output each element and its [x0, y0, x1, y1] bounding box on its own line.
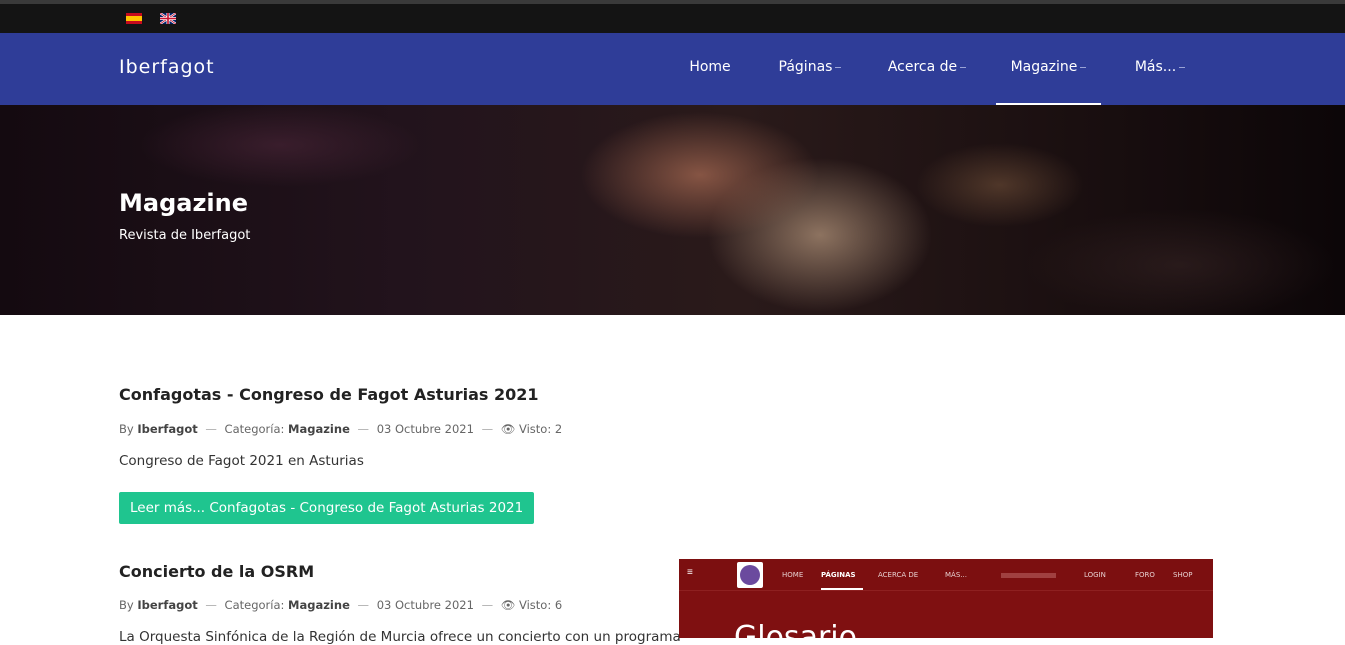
nav-item-label: Home	[689, 59, 731, 75]
by-label: By	[119, 422, 134, 436]
spain-flag-icon[interactable]	[126, 13, 142, 24]
author-link[interactable]: Iberfagot	[137, 598, 197, 612]
thumbnail-nav-link: SHOP	[1173, 571, 1193, 579]
nav-item-label: Más...	[1134, 59, 1177, 75]
chevron-down-icon	[835, 66, 842, 68]
language-bar	[0, 0, 1345, 33]
thumbnail-nav-link: ACERCA DE	[878, 571, 919, 579]
article-title[interactable]: Confagotas - Congreso de Fagot Asturias …	[119, 385, 539, 404]
thumbnail-navbar: ≡ HOME PÁGINAS ACERCA DE MÁS... LOGIN FO…	[679, 559, 1213, 591]
thumbnail-nav-link: PÁGINAS	[821, 571, 856, 579]
article-date: 03 Octubre 2021	[376, 422, 474, 436]
hamburger-icon: ≡	[687, 567, 693, 578]
category-label: Categoría:	[224, 598, 285, 612]
category-link[interactable]: Magazine	[288, 422, 350, 436]
main-navbar: Iberfagot Home Páginas Acerca de Magazin…	[0, 33, 1345, 105]
search-field	[1001, 573, 1056, 578]
eye-icon: 👁	[500, 422, 516, 436]
site-brand[interactable]: Iberfagot	[119, 56, 215, 78]
view-count: Visto: 6	[519, 598, 563, 612]
article-excerpt: Congreso de Fagot 2021 en Asturias	[119, 453, 364, 469]
thumbnail-nav-link: FORO	[1135, 571, 1155, 579]
view-count: Visto: 2	[519, 422, 563, 436]
chevron-down-icon	[1080, 66, 1087, 68]
hero-banner: Magazine Revista de Iberfagot	[0, 105, 1345, 315]
site-logo	[737, 562, 763, 588]
page-subtitle: Revista de Iberfagot	[119, 228, 251, 243]
nav-item-label: Acerca de	[887, 59, 958, 75]
article-meta: By Iberfagot — Categoría: Magazine — 03 …	[119, 598, 562, 612]
meta-separator: —	[205, 422, 217, 436]
author-link[interactable]: Iberfagot	[137, 422, 197, 436]
thumbnail-nav-link: MÁS...	[945, 571, 967, 579]
nav-item-label: Páginas	[778, 59, 833, 75]
page-title: Magazine	[119, 189, 249, 217]
thumbnail-nav-link: LOGIN	[1084, 571, 1106, 579]
nav-item-paginas[interactable]: Páginas	[762, 33, 858, 105]
nav-item-acerca-de[interactable]: Acerca de	[876, 33, 978, 105]
article-title[interactable]: Concierto de la OSRM	[119, 562, 314, 581]
meta-separator: —	[481, 422, 494, 436]
category-link[interactable]: Magazine	[288, 598, 350, 612]
active-indicator	[821, 588, 863, 590]
meta-separator: —	[481, 598, 494, 612]
nav-item-mas[interactable]: Más...	[1118, 33, 1202, 105]
thumbnail-nav-link: HOME	[782, 571, 804, 579]
chevron-down-icon	[960, 66, 967, 68]
chevron-down-icon	[1179, 66, 1186, 68]
article-date: 03 Octubre 2021	[376, 598, 474, 612]
category-label: Categoría:	[224, 422, 285, 436]
article-excerpt: La Orquesta Sinfónica de la Región de Mu…	[119, 629, 681, 645]
article-meta: By Iberfagot — Categoría: Magazine — 03 …	[119, 422, 562, 436]
read-more-button[interactable]: Leer más... Confagotas - Congreso de Fag…	[119, 492, 535, 524]
by-label: By	[119, 598, 134, 612]
meta-separator: —	[205, 598, 217, 612]
meta-separator: —	[357, 598, 370, 612]
eye-icon: 👁	[500, 598, 516, 612]
thumbnail-heading: Glosario	[734, 620, 857, 638]
nav-item-home[interactable]: Home	[677, 33, 743, 105]
uk-flag-icon[interactable]	[160, 13, 176, 24]
nav-item-magazine[interactable]: Magazine	[996, 33, 1101, 105]
meta-separator: —	[357, 422, 370, 436]
article-image[interactable]: ≡ HOME PÁGINAS ACERCA DE MÁS... LOGIN FO…	[679, 559, 1213, 638]
nav-item-label: Magazine	[1010, 59, 1078, 75]
